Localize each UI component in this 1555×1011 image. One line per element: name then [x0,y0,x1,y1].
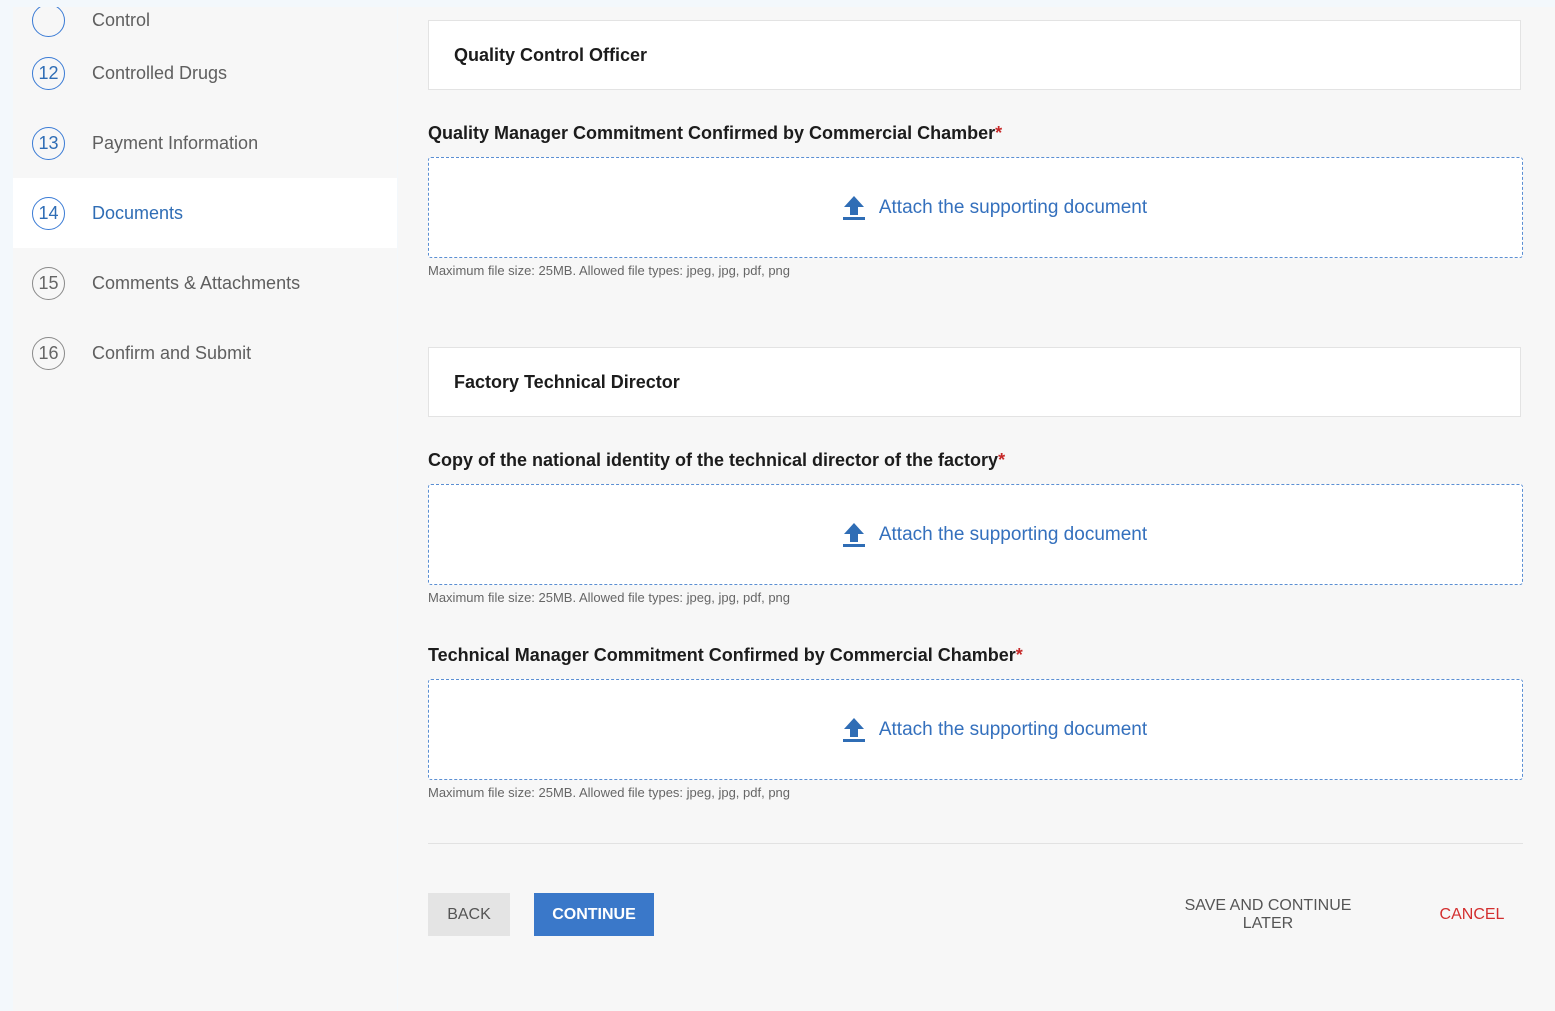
sidebar-step-label: Confirm and Submit [92,342,252,363]
file-size-hint: Maximum file size: 25MB. Allowed file ty… [428,785,791,800]
sidebar-step-label: Documents [92,202,184,223]
upload-button[interactable]: Attach the supporting document [842,195,1147,221]
step-number-badge [32,7,65,37]
save-and-continue-later-button[interactable]: SAVE AND CONTINUE LATER [1153,893,1383,936]
form-divider [428,843,1523,844]
section-header-factory-technical-director: Factory Technical Director [428,347,1521,417]
section-title: Factory Technical Director [454,371,680,392]
upload-button[interactable]: Attach the supporting document [842,522,1147,548]
upload-arrow-icon [842,195,865,220]
documents-form: Quality Control Officer Quality Manager … [398,7,1555,1011]
field-label-text: Technical Manager Commitment Confirmed b… [428,645,1016,665]
step-number-badge: 12 [32,56,65,90]
upload-dropzone-technical-manager-commitment[interactable]: Attach the supporting document [428,679,1523,780]
sidebar-step-label: Comments & Attachments [92,272,301,293]
step-number-badge: 16 [32,336,65,370]
upload-dropzone-quality-manager-commitment[interactable]: Attach the supporting document [428,157,1523,258]
upload-label: Attach the supporting document [878,718,1148,740]
back-button[interactable]: BACK [428,893,510,936]
cancel-button[interactable]: CANCEL [1434,893,1510,936]
field-label-text: Copy of the national identity of the tec… [428,450,999,470]
field-label-technical-manager-commitment: Technical Manager Commitment Confirmed b… [428,645,1023,666]
step-number-badge: 14 [32,196,65,230]
sidebar-step-label: Payment Information [92,132,259,153]
sidebar-step-label: Control [92,9,151,30]
upload-label: Attach the supporting document [878,196,1148,218]
upload-dropzone-national-identity-copy[interactable]: Attach the supporting document [428,484,1523,585]
upload-button[interactable]: Attach the supporting document [842,717,1147,743]
required-asterisk: * [995,123,1003,143]
field-label-quality-manager-commitment: Quality Manager Commitment Confirmed by … [428,123,1002,144]
upload-arrow-icon [842,717,865,742]
sidebar-step-controlled-drugs[interactable]: 12 Controlled Drugs [13,38,397,108]
step-number-badge: 13 [32,126,65,160]
required-asterisk: * [1015,645,1023,665]
sidebar-step-payment-information[interactable]: 13 Payment Information [13,108,397,178]
upload-label: Attach the supporting document [878,523,1148,545]
required-asterisk: * [998,450,1006,470]
field-label-national-identity-copy: Copy of the national identity of the tec… [428,450,1005,471]
sidebar-step-documents[interactable]: 14 Documents [13,178,397,248]
sidebar-step-confirm-submit[interactable]: 16 Confirm and Submit [13,318,397,388]
upload-arrow-icon [842,522,865,547]
file-size-hint: Maximum file size: 25MB. Allowed file ty… [428,263,791,278]
sidebar-step-comments-attachments[interactable]: 15 Comments & Attachments [13,248,397,318]
section-title: Quality Control Officer [454,44,648,65]
field-label-text: Quality Manager Commitment Confirmed by … [428,123,996,143]
step-number-badge: 15 [32,266,65,300]
stepper-sidebar: Control 12 Controlled Drugs 13 Payment I… [13,7,397,1011]
sidebar-step-label: Controlled Drugs [92,62,228,83]
section-header-quality-control-officer: Quality Control Officer [428,20,1521,90]
continue-button[interactable]: CONTINUE [534,893,654,936]
file-size-hint: Maximum file size: 25MB. Allowed file ty… [428,590,791,605]
